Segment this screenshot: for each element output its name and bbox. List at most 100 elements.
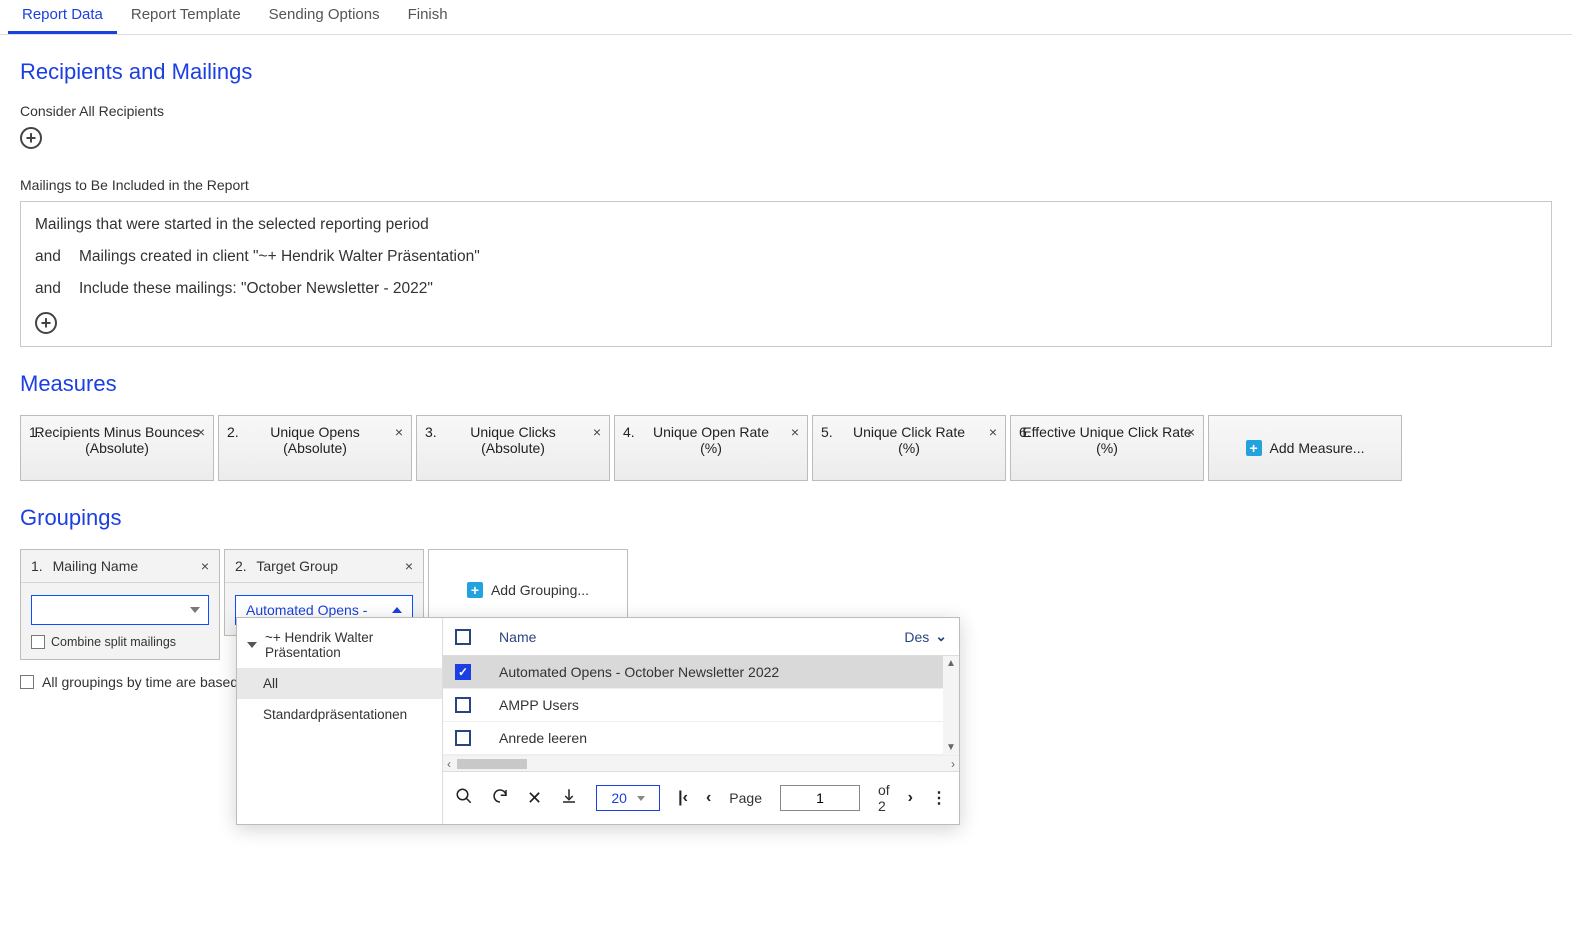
list-item[interactable]: Anrede leeren xyxy=(443,722,959,755)
measure-card[interactable]: 1. × Recipients Minus Bounces (Absolute) xyxy=(20,415,214,481)
combine-split-checkbox[interactable] xyxy=(31,635,45,649)
measure-card[interactable]: 4. × Unique Open Rate (%) xyxy=(614,415,808,481)
remove-grouping-icon[interactable]: × xyxy=(405,558,413,574)
measure-index: 4. xyxy=(623,424,635,440)
condition-text[interactable]: Mailings that were started in the select… xyxy=(35,216,429,234)
add-condition-button[interactable]: + xyxy=(35,312,57,334)
measures-heading: Measures xyxy=(20,371,1552,397)
measure-title: Unique Click Rate xyxy=(819,424,999,440)
groupings-time-label: All groupings by time are based xyxy=(42,674,238,690)
measure-card[interactable]: 2. × Unique Opens (Absolute) xyxy=(218,415,412,481)
tree-item-standard[interactable]: Standardpräsentationen xyxy=(237,699,442,730)
tab-finish[interactable]: Finish xyxy=(394,0,462,34)
grouping-index: 2. xyxy=(235,558,247,574)
groupings-time-checkbox[interactable] xyxy=(20,675,34,689)
page-of-label: of 2 xyxy=(878,782,890,814)
sort-label: Des xyxy=(904,629,929,645)
condition-text[interactable]: Mailings created in client "~+ Hendrik W… xyxy=(79,248,480,266)
row-checkbox[interactable] xyxy=(455,730,471,746)
page-size-select[interactable]: 20 xyxy=(596,785,660,811)
remove-measure-icon[interactable]: × xyxy=(989,424,997,440)
measure-title: Unique Clicks xyxy=(423,424,603,440)
mailing-name-select[interactable] xyxy=(31,595,209,625)
scroll-right-icon[interactable]: › xyxy=(951,757,955,771)
target-group-dropdown: ~+ Hendrik Walter Präsentation All Stand… xyxy=(236,617,960,825)
list-item[interactable]: AMPP Users xyxy=(443,689,959,722)
mailings-included-label: Mailings to Be Included in the Report xyxy=(20,177,1552,193)
triangle-down-icon xyxy=(247,642,257,648)
grouping-card-mailing-name[interactable]: 1. Mailing Name × Combine split mailings xyxy=(20,549,220,660)
measure-unit: (%) xyxy=(819,440,999,456)
column-sort[interactable]: Des ⌄ xyxy=(904,628,947,645)
list-item[interactable]: Automated Opens - October Newsletter 202… xyxy=(443,656,959,689)
dropdown-tree: ~+ Hendrik Walter Präsentation All Stand… xyxy=(237,618,443,824)
horizontal-scrollbar[interactable]: ‹ › xyxy=(443,755,959,771)
remove-measure-icon[interactable]: × xyxy=(791,424,799,440)
first-page-icon[interactable]: |‹ xyxy=(678,789,688,807)
tab-report-data[interactable]: Report Data xyxy=(8,0,117,34)
measure-card[interactable]: 5. × Unique Click Rate (%) xyxy=(812,415,1006,481)
remove-measure-icon[interactable]: × xyxy=(1187,424,1195,440)
combine-split-label: Combine split mailings xyxy=(51,635,176,649)
measure-card[interactable]: 3. × Unique Clicks (Absolute) xyxy=(416,415,610,481)
dropdown-list-body: Automated Opens - October Newsletter 202… xyxy=(443,656,959,755)
measure-card[interactable]: 6. × Effective Unique Click Rate (%) xyxy=(1010,415,1204,481)
add-recipients-button[interactable]: + xyxy=(20,127,42,149)
measures-row: 1. × Recipients Minus Bounces (Absolute)… xyxy=(20,415,1552,481)
chevron-down-icon: ⌄ xyxy=(935,628,947,645)
search-icon[interactable] xyxy=(455,787,473,810)
groupings-row: 1. Mailing Name × Combine split mailings… xyxy=(20,549,1552,660)
dropdown-footer: ✕ 20 |‹ ‹ Page of 2 › ⋮ xyxy=(443,771,959,824)
vertical-scrollbar[interactable]: ▲ ▼ xyxy=(943,656,959,755)
grouping-label: Mailing Name xyxy=(53,558,139,574)
groupings-heading: Groupings xyxy=(20,505,1552,531)
scroll-left-icon[interactable]: ‹ xyxy=(447,757,451,771)
and-label: and xyxy=(35,248,67,266)
page-input[interactable] xyxy=(780,785,860,811)
clear-icon[interactable]: ✕ xyxy=(527,788,542,809)
remove-grouping-icon[interactable]: × xyxy=(201,558,209,574)
row-checkbox[interactable] xyxy=(455,664,471,680)
mailings-conditions-box: Mailings that were started in the select… xyxy=(20,201,1552,347)
prev-page-icon[interactable]: ‹ xyxy=(706,789,711,807)
measure-unit: (Absolute) xyxy=(27,440,207,456)
tab-report-template[interactable]: Report Template xyxy=(117,0,255,34)
scroll-thumb[interactable] xyxy=(457,759,527,769)
plus-icon: + xyxy=(1246,440,1262,456)
dropdown-list-header: Name Des ⌄ xyxy=(443,618,959,656)
column-name[interactable]: Name xyxy=(499,629,904,645)
tree-item-all[interactable]: All xyxy=(237,668,442,699)
add-measure-label: Add Measure... xyxy=(1270,440,1365,456)
measure-unit: (%) xyxy=(1017,440,1197,456)
and-label: and xyxy=(35,280,67,298)
tree-root[interactable]: ~+ Hendrik Walter Präsentation xyxy=(237,622,442,668)
row-label: AMPP Users xyxy=(499,697,579,713)
refresh-icon[interactable] xyxy=(491,787,509,810)
measure-title: Unique Opens xyxy=(225,424,405,440)
grouping-index: 1. xyxy=(31,558,43,574)
scroll-up-icon[interactable]: ▲ xyxy=(946,658,956,669)
measure-title: Effective Unique Click Rate xyxy=(1017,424,1197,440)
condition-text[interactable]: Include these mailings: "October Newslet… xyxy=(79,280,433,298)
grouping-label: Target Group xyxy=(256,558,338,574)
chevron-up-icon xyxy=(392,607,402,613)
more-icon[interactable]: ⋮ xyxy=(931,788,947,808)
scroll-down-icon[interactable]: ▼ xyxy=(946,742,956,753)
download-icon[interactable] xyxy=(560,787,578,810)
next-page-icon[interactable]: › xyxy=(908,789,913,807)
page-label: Page xyxy=(729,790,762,806)
recipients-heading: Recipients and Mailings xyxy=(20,59,1552,85)
add-measure-button[interactable]: + Add Measure... xyxy=(1208,415,1402,481)
tab-sending-options[interactable]: Sending Options xyxy=(255,0,394,34)
measure-unit: (Absolute) xyxy=(225,440,405,456)
add-grouping-label: Add Grouping... xyxy=(491,582,589,598)
remove-measure-icon[interactable]: × xyxy=(395,424,403,440)
remove-measure-icon[interactable]: × xyxy=(197,424,205,440)
row-checkbox[interactable] xyxy=(455,697,471,713)
chevron-down-icon xyxy=(190,607,200,613)
remove-measure-icon[interactable]: × xyxy=(593,424,601,440)
chevron-down-icon xyxy=(637,796,645,801)
measure-title: Unique Open Rate xyxy=(621,424,801,440)
select-all-checkbox[interactable] xyxy=(455,629,471,645)
measure-unit: (%) xyxy=(621,440,801,456)
